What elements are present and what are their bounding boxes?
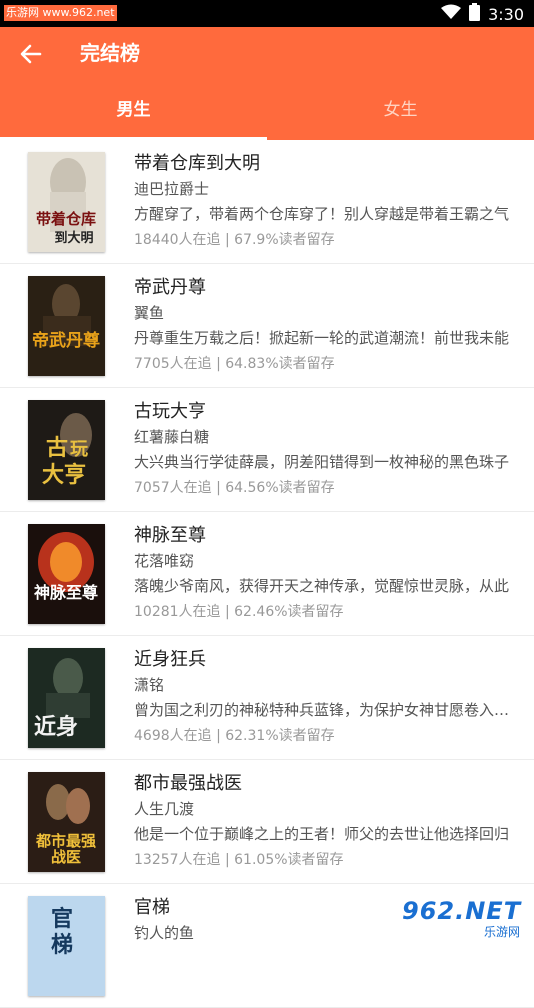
book-stats: 4698人在追 | 62.31%读者留存 [134,728,335,744]
book-cover: 古 玩 大亨 [28,400,105,500]
book-cover: 官 梯 [28,896,105,996]
svg-text:带着仓库: 带着仓库 [36,210,96,228]
book-cover: 帝武丹尊 [28,276,105,376]
svg-text:官: 官 [51,906,73,932]
svg-text:玩: 玩 [70,439,88,460]
book-item[interactable]: 帝武丹尊 帝武丹尊 翼鱼 丹尊重生万载之后！掀起新一轮的武道潮流！前世我未能 7… [0,264,534,388]
status-bar: 乐游网 www.962.net 3:30 [0,0,534,27]
book-title: 神脉至尊 [134,525,206,546]
book-title: 近身狂兵 [134,649,206,670]
watermark-subtitle: 乐游网 [483,925,520,939]
status-bar-source-label: 乐游网 www.962.net [4,5,117,21]
status-icons: 3:30 [441,3,524,25]
arrow-left-icon[interactable] [18,41,44,67]
status-time: 3:30 [488,4,524,24]
book-stats: 10281人在追 | 62.46%读者留存 [134,604,344,620]
book-cover: 神脉至尊 [28,524,105,624]
book-stats: 13257人在追 | 61.05%读者留存 [134,852,344,868]
book-author: 迪巴拉爵士 [134,180,210,198]
tab-female[interactable]: 女生 [267,80,534,140]
svg-text:神脉至尊: 神脉至尊 [34,583,98,602]
book-description: 丹尊重生万载之后！掀起新一轮的武道潮流！前世我未能 [134,329,510,347]
book-description: 他是一个位于巅峰之上的王者！师父的去世让他选择回归 [134,825,510,843]
book-author: 翼鱼 [134,304,165,322]
book-item[interactable]: 古 玩 大亨 古玩大亨 红薯藤白糖 大兴典当行学徒薛晨，阴差阳错得到一枚神秘的黑… [0,388,534,512]
book-list: 带着仓库 到大明 带着仓库到大明 迪巴拉爵士 方醒穿了，带着两个仓库穿了！别人穿… [0,140,534,1008]
svg-text:近身: 近身 [34,714,78,740]
book-author: 钓人的鱼 [134,924,195,942]
book-stats: 18440人在追 | 67.9%读者留存 [134,232,335,248]
book-stats: 7057人在追 | 64.56%读者留存 [134,480,335,496]
book-item[interactable]: 带着仓库 到大明 带着仓库到大明 迪巴拉爵士 方醒穿了，带着两个仓库穿了！别人穿… [0,140,534,264]
book-cover: 近身 [28,648,105,748]
book-description: 大兴典当行学徒薛晨，阴差阳错得到一枚神秘的黑色珠子 [134,453,510,471]
book-item[interactable]: 都市最强 战医 都市最强战医 人生几渡 他是一个位于巅峰之上的王者！师父的去世让… [0,760,534,884]
book-description: 落魄少爷南风，获得开天之神传承，觉醒惊世灵脉，从此 [134,577,510,595]
book-description: 方醒穿了，带着两个仓库穿了！别人穿越是带着王霸之气 [134,205,510,223]
app-toolbar: 完结榜 [0,27,534,80]
svg-text:到大明: 到大明 [54,230,93,246]
svg-text:帝武丹尊: 帝武丹尊 [32,330,100,351]
book-author: 花落唯窈 [134,552,195,570]
wifi-icon [441,4,462,24]
svg-text:战医: 战医 [51,848,81,866]
book-title: 古玩大亨 [134,401,206,422]
book-author: 红薯藤白糖 [134,428,210,446]
tab-male[interactable]: 男生 [0,80,267,140]
book-stats: 7705人在追 | 64.83%读者留存 [134,356,335,372]
page-title: 完结榜 [80,41,140,65]
watermark-logo: 962.NET [402,897,522,925]
book-author: 人生几渡 [134,800,195,818]
book-item[interactable]: 近身 近身狂兵 潇铭 曾为国之利刃的神秘特种兵蓝锋，为保护女神甘愿卷入纷争 46… [0,636,534,760]
site-watermark: 962.NET 乐游网 [396,897,526,943]
svg-text:梯: 梯 [51,932,73,958]
book-description: 曾为国之利刃的神秘特种兵蓝锋，为保护女神甘愿卷入纷争 [134,701,514,719]
battery-icon [469,3,481,25]
svg-text:大亨: 大亨 [42,462,86,488]
gender-tabs: 男生 女生 [0,80,534,140]
book-title: 官梯 [134,897,170,918]
book-cover: 带着仓库 到大明 [28,152,105,252]
book-title: 带着仓库到大明 [134,153,260,174]
book-title: 都市最强战医 [134,773,242,794]
book-author: 潇铭 [134,676,165,694]
book-item[interactable]: 神脉至尊 神脉至尊 花落唯窈 落魄少爷南风，获得开天之神传承，觉醒惊世灵脉，从此… [0,512,534,636]
book-cover: 都市最强 战医 [28,772,105,872]
svg-text:古: 古 [46,435,68,461]
book-title: 帝武丹尊 [134,277,206,298]
